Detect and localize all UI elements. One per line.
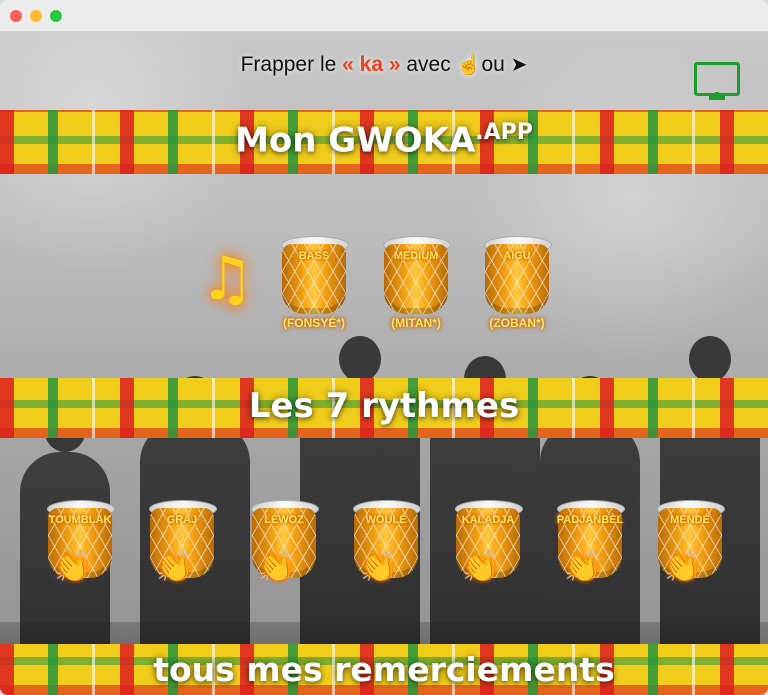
app-stage: Frapper le « ka » avec ☝ou ➤ Mon GWOKA.A… bbox=[0, 32, 768, 695]
title-banner: Mon GWOKA.APP bbox=[0, 110, 768, 174]
drum-label: MEDIUM bbox=[393, 250, 439, 262]
rhythm-padjanbel[interactable]: PADJANBÈL 👏 bbox=[554, 500, 626, 600]
rhythm-toumblak[interactable]: TOUMBLAK 👏 bbox=[44, 500, 116, 600]
rhythm-label: GRAJ bbox=[166, 514, 198, 526]
rhythm-label: KALADJA bbox=[461, 514, 515, 526]
thanks-banner[interactable]: tous mes remerciements bbox=[0, 644, 768, 695]
app-title: Mon GWOKA.APP bbox=[0, 120, 768, 160]
zoom-button[interactable] bbox=[50, 9, 62, 22]
thanks-title[interactable]: tous mes remerciements bbox=[0, 650, 768, 689]
rhythm-woule[interactable]: WOULÉ 👏 bbox=[350, 500, 422, 600]
rhythm-label: MENDÉ bbox=[670, 514, 710, 526]
rhythm-label: PADJANBÈL bbox=[556, 514, 624, 526]
drum-medium[interactable]: MEDIUM (MITAN*) bbox=[380, 236, 452, 336]
drum-bass[interactable]: BASS (FONSYÉ*) bbox=[278, 236, 350, 336]
clap-hands-icon: 👏 bbox=[564, 550, 602, 585]
rhythm-lewoz[interactable]: LÉWOZ 👏 bbox=[248, 500, 320, 600]
rhythm-kaladja[interactable]: KALADJA 👏 bbox=[452, 500, 524, 600]
rhythm-graj[interactable]: GRAJ 👏 bbox=[146, 500, 218, 600]
rhythm-label: WOULÉ bbox=[365, 514, 407, 526]
monitor-icon[interactable] bbox=[694, 62, 740, 102]
app-title-main: Mon GWOKA bbox=[235, 120, 476, 161]
cursor-icon: ➤ bbox=[510, 54, 528, 76]
drum-sub-label: (MITAN*) bbox=[391, 316, 441, 330]
drum-sub-label: (FONSYÉ*) bbox=[282, 316, 345, 330]
hint-or: ou bbox=[481, 53, 505, 76]
rhythm-mende[interactable]: MENDÉ 👏 bbox=[654, 500, 726, 600]
clap-hands-icon: 👏 bbox=[258, 550, 296, 585]
rhythm-label: LÉWOZ bbox=[264, 514, 304, 526]
drum-sub-label: (ZOBAN*) bbox=[489, 316, 545, 330]
clap-hands-icon: 👏 bbox=[54, 550, 92, 585]
minimize-button[interactable] bbox=[30, 9, 42, 22]
title-bar bbox=[0, 0, 768, 32]
clap-hands-icon: 👏 bbox=[462, 550, 500, 585]
touch-icon: ☝ bbox=[456, 54, 482, 76]
hint-text: Frapper le « ka » avec ☝ou ➤ bbox=[0, 52, 768, 77]
browser-window: Frapper le « ka » avec ☝ou ➤ Mon GWOKA.A… bbox=[0, 0, 768, 695]
hint-ka: « ka » bbox=[342, 53, 401, 76]
drum-label: AIGU bbox=[503, 250, 531, 262]
rhythm-label: TOUMBLAK bbox=[48, 514, 112, 526]
app-title-suffix: .APP bbox=[475, 120, 533, 145]
music-note-icon[interactable]: ♫ bbox=[200, 244, 254, 314]
drum-label: BASS bbox=[298, 250, 330, 262]
clap-hands-icon: 👏 bbox=[360, 550, 398, 585]
hint-middle: avec bbox=[400, 53, 457, 76]
rhythms-title: Les 7 rythmes bbox=[248, 386, 520, 426]
drum-aigu[interactable]: AIGU (ZOBAN*) bbox=[481, 236, 553, 336]
clap-hands-icon: 👏 bbox=[664, 550, 702, 585]
clap-hands-icon: 👏 bbox=[156, 550, 194, 585]
close-button[interactable] bbox=[10, 9, 22, 22]
rhythms-banner: Les 7 rythmes bbox=[0, 378, 768, 438]
hint-prefix: Frapper le bbox=[240, 53, 343, 76]
